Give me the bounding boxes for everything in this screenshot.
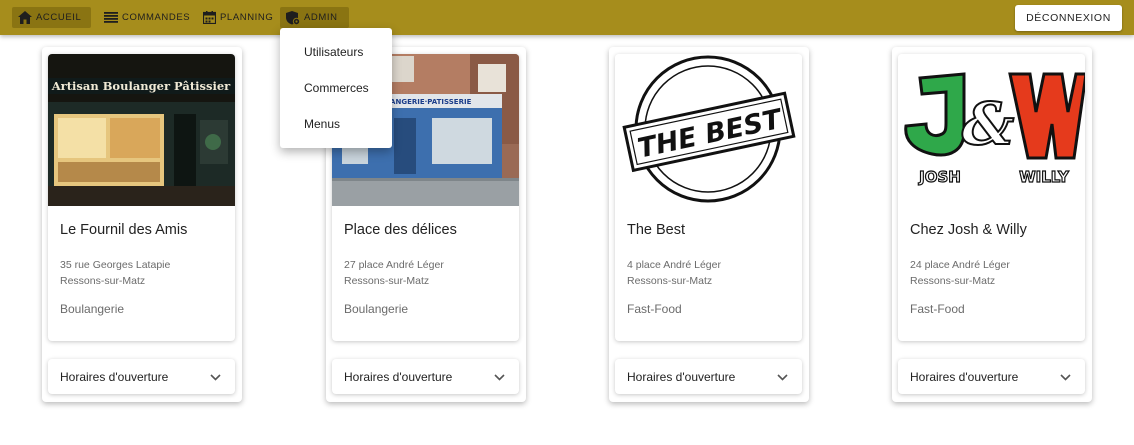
nav-planning-label: PLANNING xyxy=(220,12,274,23)
nav-admin-label: ADMIN xyxy=(304,12,338,23)
shop-card-body[interactable]: Artisan Boulanger Pâtissier Le Fournil d… xyxy=(48,54,235,341)
svg-text:&: & xyxy=(962,90,1014,158)
shop-street: 24 place André Léger xyxy=(910,259,1010,271)
shop-city: Ressons-sur-Matz xyxy=(344,275,430,287)
shop-card: Artisan Boulanger Pâtissier Le Fournil d… xyxy=(42,47,242,402)
opening-hours-expander[interactable]: Horaires d'ouverture xyxy=(48,359,235,394)
opening-hours-expander[interactable]: Horaires d'ouverture xyxy=(615,359,802,394)
menu-item-commerces[interactable]: Commerces xyxy=(280,70,392,106)
chevron-down-icon xyxy=(1060,370,1071,384)
chevron-down-icon xyxy=(494,370,505,384)
opening-hours-expander[interactable]: Horaires d'ouverture xyxy=(898,359,1085,394)
shop-logo: THE BEST xyxy=(615,54,802,206)
shop-city: Ressons-sur-Matz xyxy=(60,275,146,287)
list-icon xyxy=(104,12,118,23)
nav-commandes-button[interactable]: COMMANDES xyxy=(98,7,191,28)
calendar-icon xyxy=(203,11,216,24)
admin-shield-icon xyxy=(286,10,300,25)
menu-item-menus[interactable]: Menus xyxy=(280,106,392,142)
nav-planning-button[interactable]: PLANNING xyxy=(197,7,275,28)
nav-commandes-label: COMMANDES xyxy=(122,12,191,23)
shop-photo: Artisan Boulanger Pâtissier xyxy=(48,54,235,206)
shop-street: 4 place André Léger xyxy=(627,259,721,271)
shop-card: THE BEST The Best 4 place André Léger Re… xyxy=(609,47,809,402)
opening-hours-label: Horaires d'ouverture xyxy=(910,369,1019,384)
top-navigation-bar: ACCUEIL COMMANDES PLANNING ADMIN DÉCONNE… xyxy=(0,0,1134,35)
shop-card-body[interactable]: THE BEST The Best 4 place André Léger Re… xyxy=(615,54,802,341)
shop-type: Fast-Food xyxy=(627,302,682,316)
home-icon xyxy=(18,11,32,24)
shop-card: & JOSH WILLY Chez Josh & Willy 24 place … xyxy=(892,47,1092,402)
shop-address: 27 place André Léger Ressons-sur-Matz xyxy=(344,257,444,289)
shop-address: 35 rue Georges Latapie Ressons-sur-Matz xyxy=(60,257,170,289)
shop-address: 4 place André Léger Ressons-sur-Matz xyxy=(627,257,721,289)
shop-street: 27 place André Léger xyxy=(344,259,444,271)
nav-accueil-label: ACCUEIL xyxy=(36,12,82,23)
opening-hours-label: Horaires d'ouverture xyxy=(627,369,736,384)
opening-hours-label: Horaires d'ouverture xyxy=(344,369,453,384)
shop-name: Le Fournil des Amis xyxy=(60,222,188,238)
shop-sign-text: Artisan Boulanger Pâtissier xyxy=(51,79,231,93)
shop-address: 24 place André Léger Ressons-sur-Matz xyxy=(910,257,1010,289)
logo-left-text: JOSH xyxy=(918,168,961,186)
nav-admin-button[interactable]: ADMIN xyxy=(280,7,349,28)
shop-card-body[interactable]: & JOSH WILLY Chez Josh & Willy 24 place … xyxy=(898,54,1085,341)
logo-right-text: WILLY xyxy=(1019,168,1070,186)
menu-item-utilisateurs[interactable]: Utilisateurs xyxy=(280,34,392,70)
chevron-down-icon xyxy=(210,370,221,384)
shop-type: Fast-Food xyxy=(910,302,965,316)
shop-city: Ressons-sur-Matz xyxy=(627,275,713,287)
shop-city: Ressons-sur-Matz xyxy=(910,275,996,287)
shop-street: 35 rue Georges Latapie xyxy=(60,259,171,271)
shop-name: Chez Josh & Willy xyxy=(910,222,1027,238)
logout-button[interactable]: DÉCONNEXION xyxy=(1015,5,1122,31)
admin-dropdown-menu: Utilisateurs Commerces Menus xyxy=(280,28,392,148)
shop-type: Boulangerie xyxy=(60,302,125,316)
opening-hours-label: Horaires d'ouverture xyxy=(60,369,169,384)
opening-hours-expander[interactable]: Horaires d'ouverture xyxy=(332,359,519,394)
shop-name: The Best xyxy=(627,222,686,238)
nav-accueil-button[interactable]: ACCUEIL xyxy=(12,7,91,28)
shop-name: Place des délices xyxy=(344,222,457,238)
shop-type: Boulangerie xyxy=(344,302,409,316)
shop-logo: & JOSH WILLY xyxy=(898,54,1085,206)
chevron-down-icon xyxy=(777,370,788,384)
